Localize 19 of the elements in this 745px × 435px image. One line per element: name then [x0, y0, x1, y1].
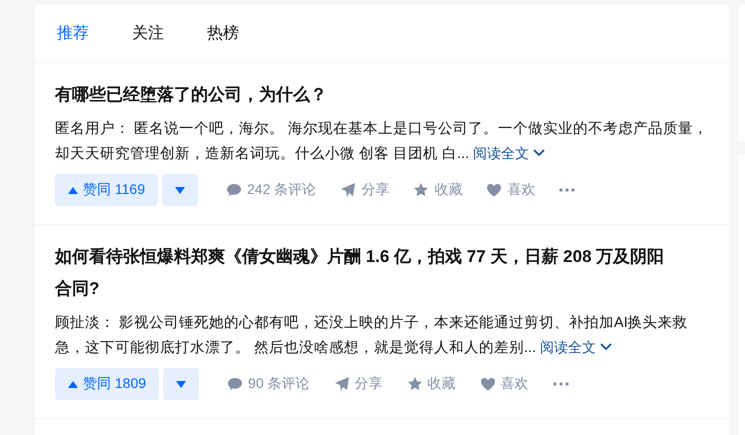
comments-button[interactable]: 90 条评论	[227, 375, 310, 393]
answer-excerpt: 匿名用户： 匿名说一个吧，海尔。 海尔现在基本上是口号公司了。一个做实业的不考虑产品质量，却天天研究管理创新，造新名词玩。什么小微 创客 目团机 白... 阅读全文	[55, 117, 709, 166]
collect-button[interactable]: 收藏	[406, 375, 456, 393]
collect-button[interactable]: 收藏	[413, 181, 462, 199]
feed-tab[interactable]: 关注	[132, 23, 164, 44]
feed-tab[interactable]: 热榜	[207, 23, 239, 44]
upvote-button[interactable]: 赞同 1169	[55, 174, 158, 206]
read-more-link[interactable]: 阅读全文	[473, 141, 546, 165]
question-title[interactable]: 如何看待张恒爆料郑爽《倩女幽魂》片酬 1.6 亿，拍戏 77 天，日薪 208 万及阴阳合同?	[55, 241, 709, 305]
question-title[interactable]: 有哪些已经堕落了的公司，为什么？	[55, 79, 709, 111]
like-button[interactable]: 喜欢	[486, 181, 536, 199]
share-button[interactable]: 分享	[334, 375, 383, 393]
feed-tab[interactable]: 推荐	[57, 23, 89, 44]
answer-excerpt: 顾扯淡： 影视公司锤死她的心都有吧，还没上映的片子，本来还能通过剪切、补拍加AI换头来救急，这下可能彻底打水漂了。 然后也没啥感想，就是觉得人和人的差别... 阅读全文	[55, 311, 709, 360]
comments-button[interactable]: 242 条评论	[226, 181, 316, 199]
like-button[interactable]: 喜欢	[480, 375, 529, 393]
upvote-button[interactable]: 赞同 1809	[55, 368, 160, 400]
read-more-link[interactable]: 阅读全文	[540, 335, 612, 359]
share-button[interactable]: 分享	[340, 181, 390, 199]
